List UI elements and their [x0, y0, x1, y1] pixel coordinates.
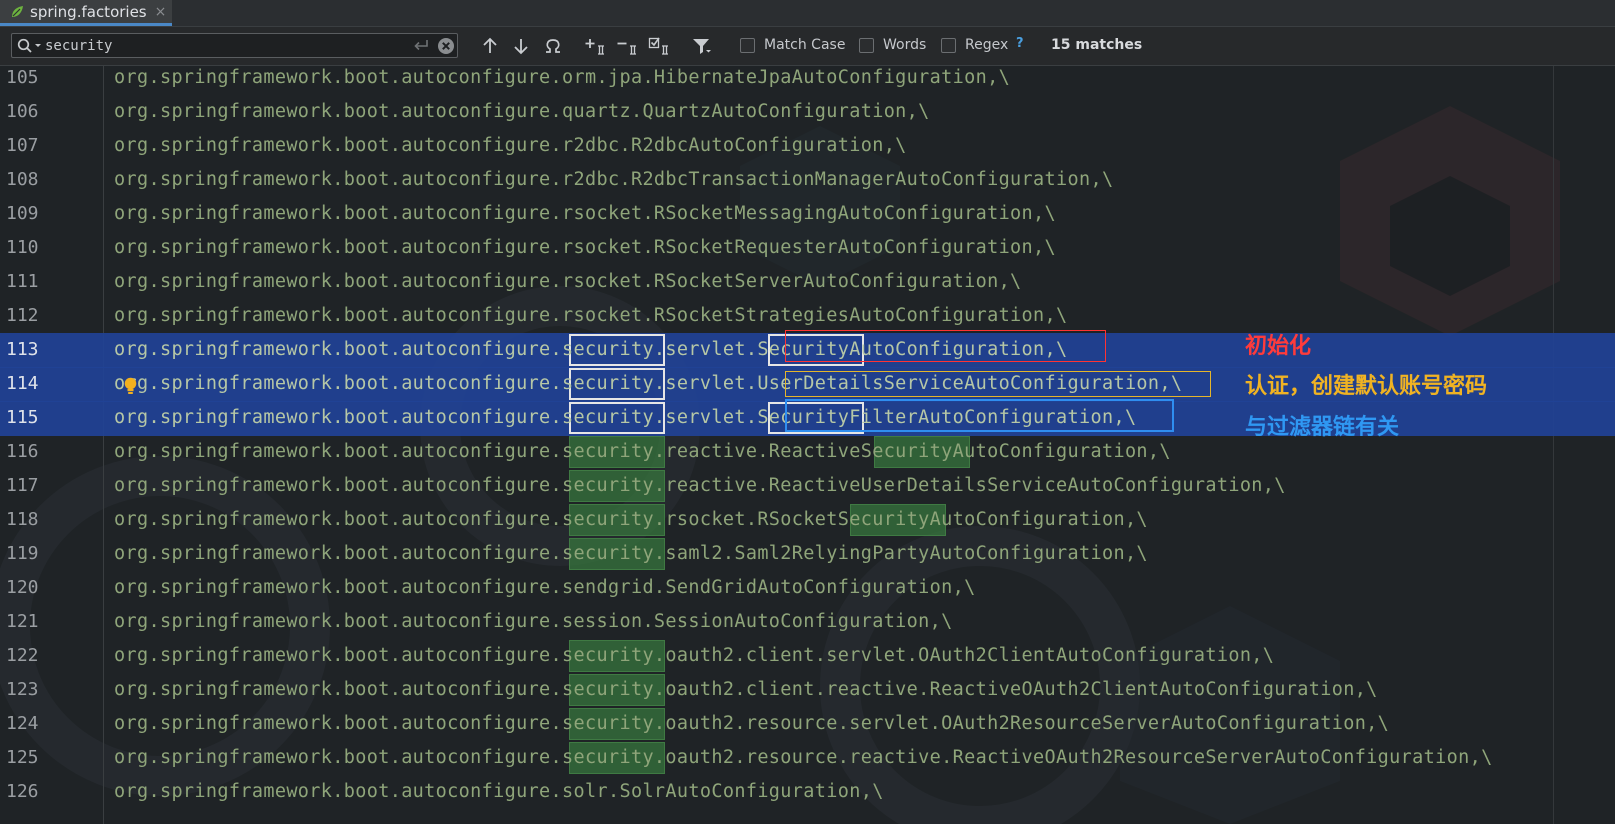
code-text: org.springframework.boot.autoconfigure.s…	[114, 781, 884, 802]
tab-close-icon[interactable]: ×	[155, 4, 167, 20]
annotation-initialization: 初始化	[1245, 334, 1312, 359]
code-text: org.springframework.boot.autoconfigure.s…	[114, 645, 1275, 666]
code-text: org.springframework.boot.autoconfigure.s…	[114, 543, 1148, 564]
code-line[interactable]: 111 org.springframework.boot.autoconfigur…	[0, 265, 1615, 300]
code-line[interactable]: 109 org.springframework.boot.autoconfigur…	[0, 197, 1615, 232]
line-number: 105	[6, 67, 39, 88]
match-case-checkbox[interactable]: Match Case	[740, 37, 845, 53]
find-bar: Match Case Words Regex ? 15 matches	[0, 27, 1615, 66]
search-box	[11, 33, 458, 58]
line-number: 126	[6, 781, 39, 802]
line-number: 116	[6, 441, 39, 462]
remove-selection-icon[interactable]	[616, 36, 638, 56]
code-text: org.springframework.boot.autoconfigure.r…	[114, 203, 1057, 224]
line-number: 119	[6, 543, 39, 564]
line-number: 113	[6, 339, 39, 360]
code-text: org.springframework.boot.autoconfigure.r…	[114, 169, 1114, 190]
line-number: 117	[6, 475, 39, 496]
code-line[interactable]: 106 org.springframework.boot.autoconfigur…	[0, 95, 1615, 130]
code-line[interactable]: 107 org.springframework.boot.autoconfigur…	[0, 129, 1615, 164]
code-text: org.springframework.boot.autoconfigure.s…	[114, 577, 976, 598]
find-all-icon[interactable]	[542, 36, 564, 56]
filter-icon[interactable]	[691, 36, 713, 56]
code-text: org.springframework.boot.autoconfigure.q…	[114, 101, 930, 122]
select-all-occurrences-icon[interactable]	[648, 36, 670, 56]
line-number: 107	[6, 135, 39, 156]
line-number: 122	[6, 645, 39, 666]
code-line[interactable]: 110 org.springframework.boot.autoconfigur…	[0, 231, 1615, 266]
match-case-label: Match Case	[764, 37, 846, 53]
spring-leaf-icon	[12, 5, 23, 17]
line-number: 115	[6, 407, 39, 428]
editor-tab-bar: spring.factories ×	[0, 0, 1615, 27]
code-line[interactable]: 119 org.springframework.boot.autoconfigur…	[0, 537, 1615, 572]
search-input[interactable]	[45, 36, 385, 55]
code-line[interactable]: 120 org.springframework.boot.autoconfigur…	[0, 571, 1615, 606]
annotation-filter-chain: 与过滤器链有关	[1245, 415, 1400, 440]
code-line[interactable]: 105 org.springframework.boot.autoconfigur…	[0, 66, 1615, 96]
annotation-box-initialization	[785, 330, 1106, 362]
line-number: 118	[6, 509, 39, 530]
previous-occurrence-icon[interactable]	[479, 36, 501, 56]
intention-bulb-icon[interactable]	[124, 377, 137, 395]
enter-icon[interactable]	[412, 37, 430, 53]
code-text: org.springframework.boot.autoconfigure.s…	[114, 679, 1378, 700]
regex-box[interactable]	[941, 37, 956, 53]
code-line[interactable]: 112 org.springframework.boot.autoconfigur…	[0, 299, 1615, 334]
code-line[interactable]: 123 org.springframework.boot.autoconfigur…	[0, 673, 1615, 708]
add-selection-icon[interactable]	[584, 36, 606, 56]
code-text: org.springframework.boot.autoconfigure.r…	[114, 135, 907, 156]
tab-title: spring.factories	[30, 2, 147, 21]
words-label: Words	[883, 37, 927, 53]
code-text: org.springframework.boot.autoconfigure.s…	[114, 611, 953, 632]
code-text: org.springframework.boot.autoconfigure.o…	[114, 67, 1011, 88]
next-occurrence-icon[interactable]	[510, 36, 532, 56]
code-text: org.springframework.boot.autoconfigure.s…	[114, 441, 1171, 462]
tab-spring-factories[interactable]: spring.factories ×	[0, 0, 172, 26]
line-number: 120	[6, 577, 39, 598]
code-line[interactable]: 126 org.springframework.boot.autoconfigur…	[0, 775, 1615, 810]
code-text: org.springframework.boot.autoconfigure.s…	[114, 713, 1390, 734]
annotation-box-authentication	[785, 371, 1211, 397]
annotation-authentication: 认证，创建默认账号密码	[1245, 374, 1488, 399]
code-line[interactable]: 121 org.springframework.boot.autoconfigur…	[0, 605, 1615, 640]
line-number: 108	[6, 169, 39, 190]
line-number: 106	[6, 101, 39, 122]
line-number: 124	[6, 713, 39, 734]
line-number: 125	[6, 747, 39, 768]
code-text: org.springframework.boot.autoconfigure.s…	[114, 509, 1148, 530]
line-number: 123	[6, 679, 39, 700]
code-line[interactable]: 122 org.springframework.boot.autoconfigur…	[0, 639, 1615, 674]
match-count: 15 matches	[1051, 37, 1143, 53]
annotation-box-filter-chain	[785, 399, 1174, 432]
line-number: 109	[6, 203, 39, 224]
line-number: 112	[6, 305, 39, 326]
code-editor[interactable]: 105 org.springframework.boot.autoconfigur…	[0, 66, 1615, 824]
code-line[interactable]: 124 org.springframework.boot.autoconfigur…	[0, 707, 1615, 742]
line-number: 110	[6, 237, 39, 258]
words-checkbox[interactable]: Words	[859, 37, 926, 53]
line-number: 114	[6, 373, 39, 394]
code-text: org.springframework.boot.autoconfigure.r…	[114, 271, 1022, 292]
words-box[interactable]	[859, 37, 874, 53]
code-text: org.springframework.boot.autoconfigure.s…	[114, 475, 1286, 496]
code-line[interactable]: 118 org.springframework.boot.autoconfigur…	[0, 503, 1615, 538]
match-case-box[interactable]	[740, 37, 755, 53]
line-number: 111	[6, 271, 39, 292]
code-line[interactable]: 108 org.springframework.boot.autoconfigur…	[0, 163, 1615, 198]
search-icon[interactable]	[17, 38, 43, 54]
regex-checkbox[interactable]: Regex	[941, 37, 1008, 53]
code-line[interactable]: 125 org.springframework.boot.autoconfigur…	[0, 741, 1615, 776]
regex-label: Regex	[965, 37, 1009, 53]
code-text: org.springframework.boot.autoconfigure.s…	[114, 747, 1493, 768]
code-text: org.springframework.boot.autoconfigure.r…	[114, 305, 1068, 326]
code-text: org.springframework.boot.autoconfigure.r…	[114, 237, 1057, 258]
line-number: 121	[6, 611, 39, 632]
regex-help-link[interactable]: ?	[1016, 36, 1024, 51]
clear-icon[interactable]	[437, 37, 455, 55]
code-line[interactable]: 117 org.springframework.boot.autoconfigur…	[0, 469, 1615, 504]
